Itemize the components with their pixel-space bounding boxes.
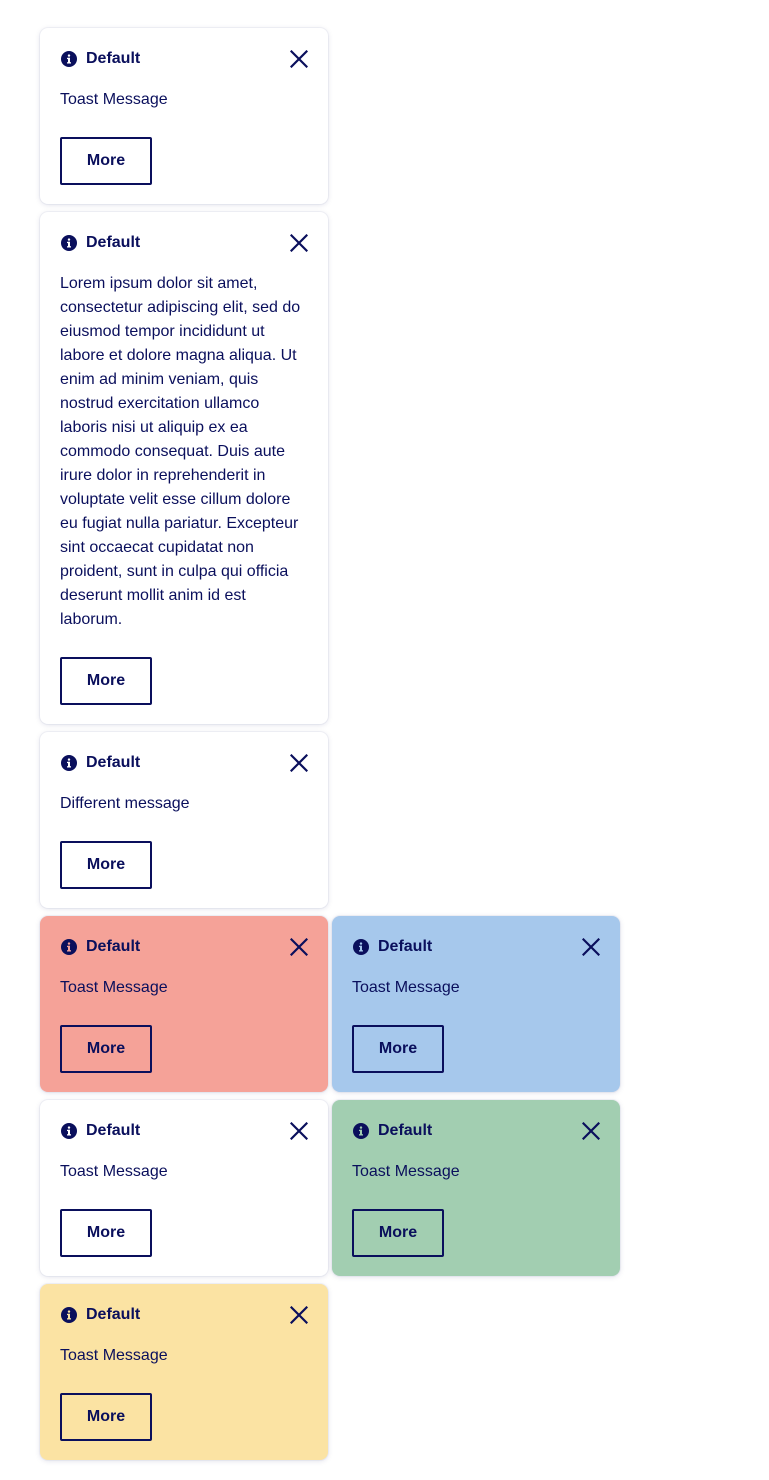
toast-success: Default Toast Message More [332,1100,620,1276]
close-icon [290,1306,308,1324]
toast: Default Toast Message More [40,28,328,204]
close-button[interactable] [288,936,310,958]
close-icon [290,50,308,68]
more-button[interactable]: More [60,841,152,889]
more-button[interactable]: More [60,137,152,185]
toast-message: Toast Message [60,1163,168,1180]
toast-header: Default [60,1304,308,1326]
info-icon [61,939,77,955]
toast-title: Default [378,1122,433,1139]
more-button[interactable]: More [60,657,152,705]
close-icon [582,938,600,956]
info-icon [61,51,77,67]
toast-message: Toast Message [352,1163,460,1180]
toast-title: Default [86,754,141,771]
toast-header: Default [60,232,308,254]
more-button[interactable]: More [352,1025,444,1073]
more-button[interactable]: More [352,1209,444,1257]
more-button[interactable]: More [60,1209,152,1257]
toast-message: Different message [60,795,190,812]
info-icon [353,939,369,955]
close-button[interactable] [580,1120,602,1142]
close-button[interactable] [288,752,310,774]
close-button[interactable] [288,1120,310,1142]
info-icon [61,235,77,251]
toast-header: Default [60,936,308,958]
toast: Default Different message More [40,732,328,908]
info-icon [353,1123,369,1139]
toast-message: Toast Message [60,91,168,108]
toast-error: Default Toast Message More [40,916,328,1092]
close-button[interactable] [288,232,310,254]
info-icon [61,1307,77,1323]
toast-message: Lorem ipsum dolor sit amet, consectetur … [60,275,301,628]
close-icon [290,1122,308,1140]
toast-title: Default [86,234,141,251]
close-icon [290,234,308,252]
toast-title: Default [86,938,141,955]
toast: Default Lorem ipsum dolor sit amet, cons… [40,212,328,724]
toast-title: Default [378,938,433,955]
close-icon [290,754,308,772]
toast-header: Default [352,936,600,958]
toast-header: Default [60,1120,308,1142]
toast-title: Default [86,1122,141,1139]
toast-title: Default [86,50,141,67]
toast-message: Toast Message [352,979,460,996]
toast-message: Toast Message [60,1347,168,1364]
info-icon [61,1123,77,1139]
toast-header: Default [60,48,308,70]
close-button[interactable] [288,48,310,70]
close-button[interactable] [288,1304,310,1326]
more-button[interactable]: More [60,1393,152,1441]
info-icon [61,755,77,771]
toast-title: Default [86,1306,141,1323]
toast-header: Default [60,752,308,774]
toast-warning: Default Toast Message More [40,1284,328,1460]
close-button[interactable] [580,936,602,958]
toast-message: Toast Message [60,979,168,996]
close-icon [582,1122,600,1140]
close-icon [290,938,308,956]
more-button[interactable]: More [60,1025,152,1073]
toast-header: Default [352,1120,600,1142]
toast: Default Toast Message More [40,1100,328,1276]
toast-info: Default Toast Message More [332,916,620,1092]
